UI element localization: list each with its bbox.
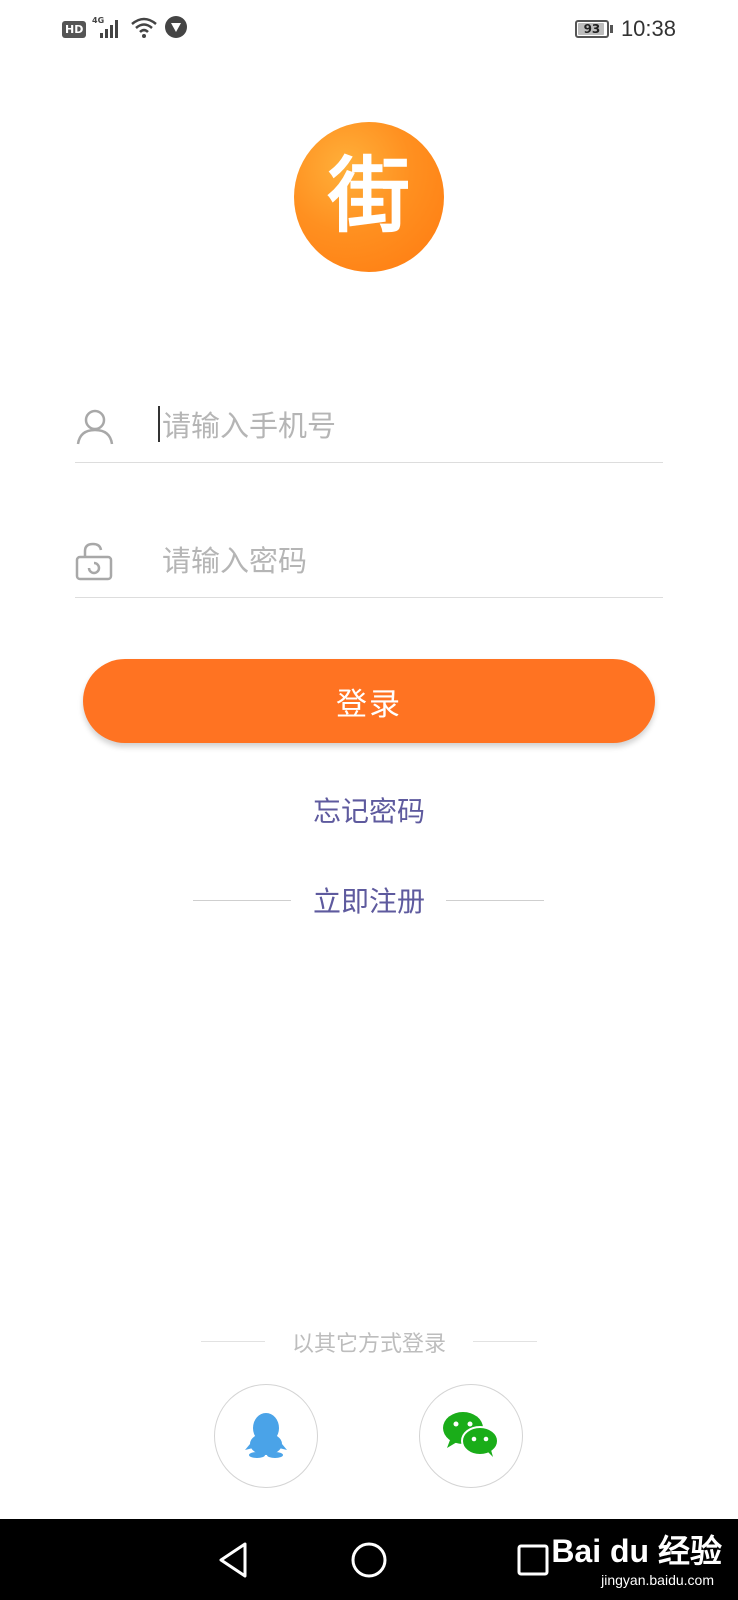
login-button[interactable]: 登录 (83, 659, 655, 743)
wechat-icon (442, 1410, 500, 1462)
baidu-watermark-brand: Bai du 经验 (551, 1533, 722, 1569)
signal-icon: 4G (92, 15, 124, 43)
qq-icon (244, 1410, 288, 1462)
home-icon[interactable] (346, 1537, 392, 1583)
status-bar: HD 4G 93 10:38 (0, 0, 738, 60)
baidu-watermark-domain: jingyan.baidu.com (601, 1572, 714, 1588)
battery-cap (609, 25, 613, 33)
lock-icon (75, 541, 115, 581)
network-type-text: 4G (92, 16, 104, 25)
vpn-icon (164, 15, 188, 43)
other-login-row: 以其它方式登录 (0, 1326, 738, 1357)
other-login-label: 以其它方式登录 (291, 1332, 446, 1357)
status-right: 93 10:38 (574, 14, 676, 44)
back-icon[interactable] (210, 1537, 256, 1583)
user-icon (75, 406, 115, 446)
password-input[interactable] (160, 537, 644, 585)
app-logo: 街 (294, 122, 444, 272)
battery-body: 93 (574, 20, 609, 38)
phone-input[interactable] (160, 402, 644, 450)
register-row: 立即注册 (0, 880, 738, 920)
recent-apps-icon[interactable] (510, 1537, 556, 1583)
hd-icon: HD (62, 20, 87, 38)
register-link[interactable]: 立即注册 (0, 880, 738, 920)
status-left: HD 4G (62, 14, 188, 44)
battery-icon: 93 (574, 20, 613, 38)
qq-login-button[interactable] (214, 1384, 318, 1488)
phone-field[interactable] (75, 392, 663, 463)
text-cursor (158, 406, 160, 442)
wechat-login-button[interactable] (419, 1384, 523, 1488)
wifi-icon (130, 15, 158, 43)
logo-text: 街 (327, 149, 410, 244)
password-field[interactable] (75, 527, 663, 598)
status-time: 10:38 (620, 16, 676, 41)
forgot-password-link[interactable]: 忘记密码 (0, 790, 738, 830)
battery-level: 93 (583, 22, 601, 36)
